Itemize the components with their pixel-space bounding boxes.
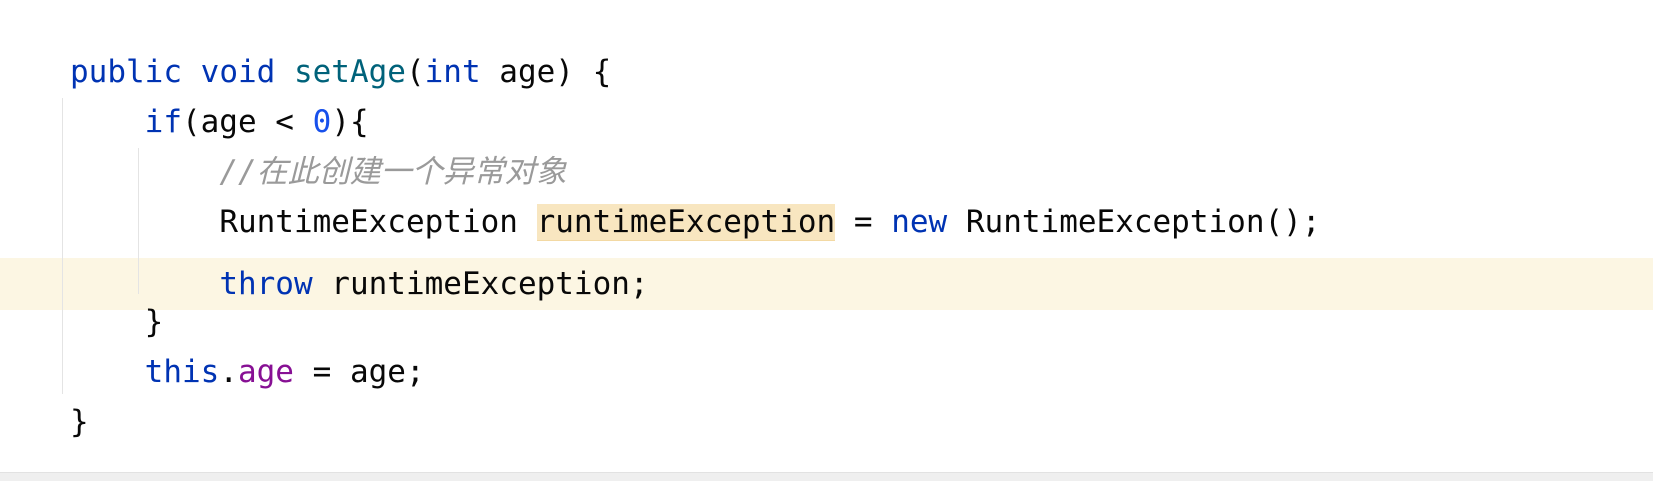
code-text-token: . [219,354,238,390]
code-text-token: RuntimeException [219,204,537,240]
keyword-token: int [424,54,481,90]
keyword-token: new [891,204,948,240]
code-line-2[interactable]: if(age < 0){ [70,96,369,148]
keyword-token: if [144,104,182,140]
code-line-4[interactable]: RuntimeException runtimeException = new … [70,196,1321,248]
code-text-token: RuntimeException(); [947,204,1321,240]
code-text-token: age) { [480,54,612,90]
code-text-token: ( [405,54,425,90]
keyword-token: public [70,54,182,90]
code-text-token: } [70,404,89,440]
code-line-1[interactable]: public void setAge(int age) { [70,46,611,98]
keyword-token: this [144,354,220,390]
code-text-token: ){ [331,104,369,140]
code-line-8[interactable]: } [70,396,89,448]
number-literal-token: 0 [312,104,332,140]
comment-token: //在此创建一个异常对象 [219,154,567,190]
code-text-token: = [835,204,892,240]
highlighted-identifier-token: runtimeException [536,204,836,241]
keyword-token: throw [219,266,313,302]
code-editor[interactable]: public void setAge(int age) { if(age < 0… [0,0,1653,472]
code-text-token: runtimeException; [312,266,649,302]
field-token: age [237,354,294,390]
code-line-6[interactable]: } [70,296,164,348]
code-line-7[interactable]: this.age = age; [70,346,425,398]
code-text-token: = age; [293,354,425,390]
code-line-3[interactable]: //在此创建一个异常对象 [70,146,567,198]
keyword-token: void [200,54,276,90]
code-text-token: (age < [181,104,313,140]
indent-guide-method-body [62,98,63,394]
method-name-token: setAge [293,54,406,90]
code-text-token: } [144,304,164,340]
